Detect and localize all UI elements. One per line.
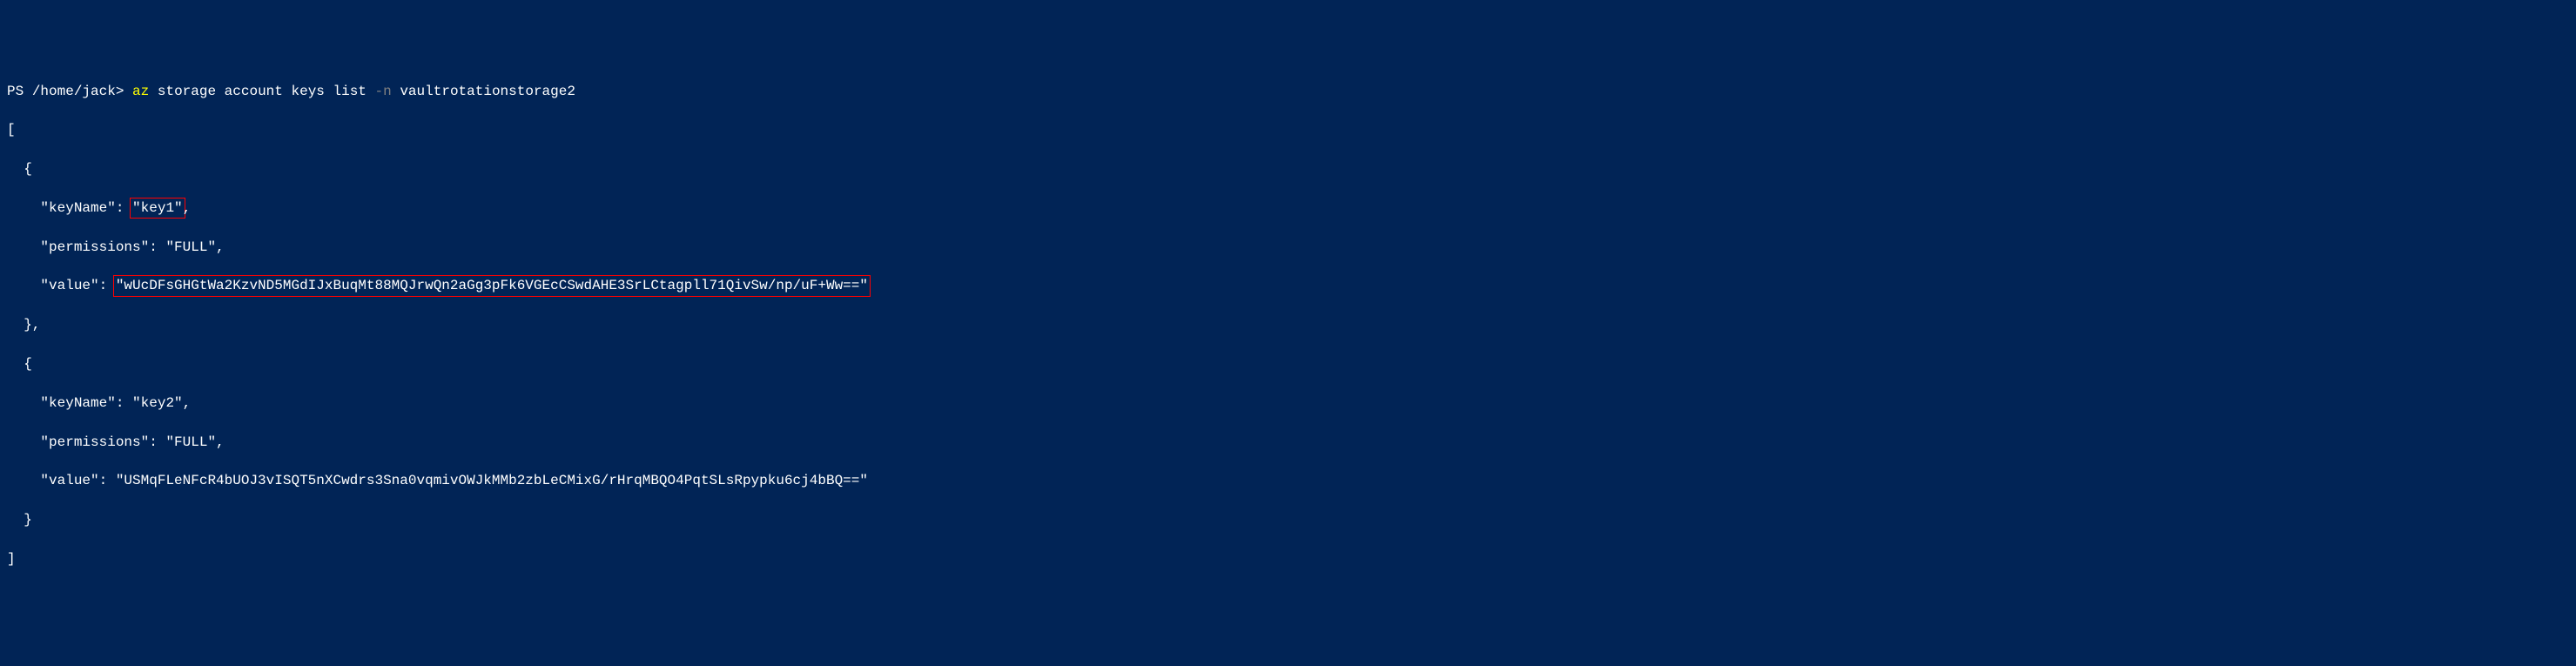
command-az: az xyxy=(132,84,149,99)
json-key1-keyname-line: "keyName": "key1", xyxy=(7,198,2569,218)
json-key1-permissions-line: "permissions": "FULL", xyxy=(7,238,2569,257)
command-line[interactable]: PS /home/jack> az storage account keys l… xyxy=(7,82,2569,101)
json-key2-keyname-line: "keyName": "key2", xyxy=(7,394,2569,413)
json-value-value: "wUcDFsGHGtWa2KzvND5MGdIJxBuqMt88MQJrwQn… xyxy=(116,278,868,293)
json-key1-value-line: "value": "wUcDFsGHGtWa2KzvND5MGdIJxBuqMt… xyxy=(7,276,2569,295)
json-key2-value-line: "value": "USMqFLeNFcR4bUOJ3vISQT5nXCwdrs… xyxy=(7,471,2569,490)
command-flag-value: vaultrotationstorage2 xyxy=(400,84,575,99)
json-object-open: { xyxy=(7,354,2569,373)
json-permissions-label: "permissions": xyxy=(40,239,157,255)
json-object-close: }, xyxy=(7,315,2569,334)
json-open-bracket: [ xyxy=(7,120,2569,139)
json-close-bracket: ] xyxy=(7,549,2569,568)
json-permissions-value: "FULL" xyxy=(165,434,216,450)
json-value-label: "value": xyxy=(40,278,107,293)
command-flag: -n xyxy=(375,84,392,99)
prompt-path: /home/jack xyxy=(32,84,116,99)
json-keyname-label: "keyName": xyxy=(40,395,124,411)
json-object-open: { xyxy=(7,159,2569,178)
json-permissions-value: "FULL" xyxy=(165,239,216,255)
highlight-key1-name: "key1" xyxy=(130,198,185,219)
json-value-value: "USMqFLeNFcR4bUOJ3vISQT5nXCwdrs3Sna0vqmi… xyxy=(116,473,868,488)
json-object-close: } xyxy=(7,510,2569,529)
json-key2-permissions-line: "permissions": "FULL", xyxy=(7,433,2569,452)
json-keyname-value: "key2" xyxy=(132,395,183,411)
highlight-key1-value: "wUcDFsGHGtWa2KzvND5MGdIJxBuqMt88MQJrwQn… xyxy=(113,275,871,296)
prompt-ps: PS xyxy=(7,84,24,99)
json-permissions-label: "permissions": xyxy=(40,434,157,450)
prompt-separator: > xyxy=(116,84,124,99)
json-keyname-value: "key1" xyxy=(132,200,183,216)
command-args: storage account keys list xyxy=(158,84,367,99)
json-keyname-label: "keyName": xyxy=(40,200,124,216)
json-value-label: "value": xyxy=(40,473,107,488)
